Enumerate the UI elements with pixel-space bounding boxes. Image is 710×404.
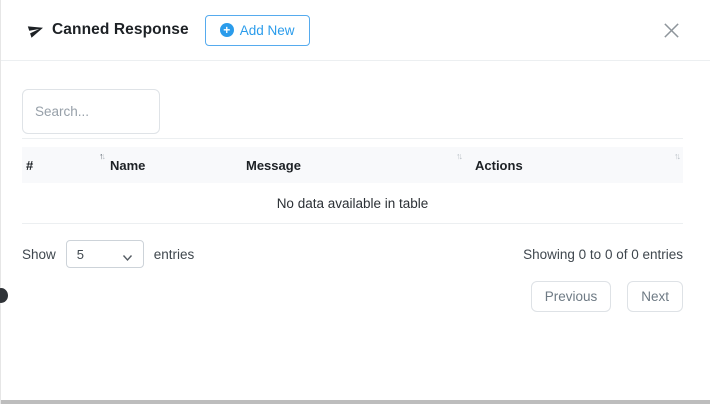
table-footer: Show 5 entries Showing 0 to 0 of 0 entri… [22,240,683,268]
modal-title: Canned Response [52,21,189,39]
page-bottom-edge [1,400,710,404]
title-group: Canned Response [28,21,189,39]
chevron-down-icon [122,250,133,265]
previous-button[interactable]: Previous [531,281,612,312]
column-header-index[interactable]: # ↑↓ [22,147,110,183]
column-label: # [26,158,33,173]
page-size-select[interactable]: 5 [66,240,144,268]
sort-icon: ↑↓ [99,151,104,161]
column-label: Name [110,158,145,173]
modal-header: Canned Response + Add New [1,0,710,61]
modal-body: # ↑↓ Name Message ↑↓ Actions ↑↓ No data … [1,61,710,312]
search-input[interactable] [22,89,160,134]
plus-circle-icon: + [220,23,234,37]
sort-icon: ↑↓ [456,151,461,161]
sort-icon: ↑↓ [674,151,679,161]
close-button[interactable] [658,17,685,44]
table-header-row: # ↑↓ Name Message ↑↓ Actions ↑↓ [22,147,683,183]
column-header-name[interactable]: Name [110,147,246,183]
entries-label: entries [154,247,195,262]
column-header-actions[interactable]: Actions ↑↓ [463,147,683,183]
canned-response-table: # ↑↓ Name Message ↑↓ Actions ↑↓ No data … [22,138,683,224]
show-label: Show [22,247,56,262]
close-icon [662,21,681,40]
page-size-value: 5 [77,247,84,262]
table-empty-row: No data available in table [22,183,683,224]
entries-info: Showing 0 to 0 of 0 entries [523,247,683,262]
column-label: Actions [475,158,523,173]
pagination-controls: Previous Next [22,281,683,312]
column-header-message[interactable]: Message ↑↓ [246,147,463,183]
canned-response-modal: Canned Response + Add New # ↑↓ Name [0,0,710,404]
next-button[interactable]: Next [627,281,683,312]
send-icon [28,22,44,38]
column-label: Message [246,158,301,173]
add-new-button[interactable]: + Add New [205,15,310,46]
add-new-label: Add New [240,23,295,38]
empty-message: No data available in table [277,196,429,211]
